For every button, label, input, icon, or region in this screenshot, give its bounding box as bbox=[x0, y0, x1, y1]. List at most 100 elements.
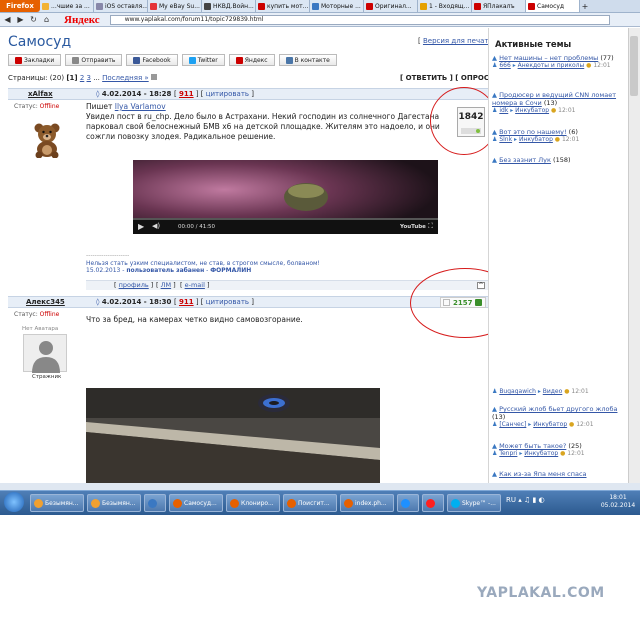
topic-section-link[interactable]: Инкубатор bbox=[515, 107, 549, 114]
youtube-logo[interactable]: YouTube bbox=[400, 224, 426, 230]
browser-tab[interactable]: купить мот... bbox=[256, 0, 310, 12]
taskbar-item[interactable]: Самосуд... bbox=[169, 494, 223, 512]
section-icon: ▸ bbox=[510, 107, 514, 114]
email-link[interactable]: e-mail bbox=[185, 281, 205, 289]
topic-meta: ♟ Tenpri ▸ Инкубатор ● 12:01 bbox=[492, 450, 626, 458]
home-icon[interactable]: ⌂ bbox=[41, 15, 52, 25]
scrollbar-thumb[interactable] bbox=[630, 36, 638, 96]
topic-section-link[interactable]: Анекдоты и приколы bbox=[518, 62, 585, 69]
yandex-icon bbox=[235, 56, 243, 64]
language-indicator[interactable]: RU bbox=[506, 496, 516, 504]
topic-link[interactable]: Нет машины – нет проблемы bbox=[499, 54, 598, 62]
topic-section-link[interactable]: Видео bbox=[543, 388, 563, 395]
last-page-link[interactable]: Последняя » bbox=[102, 74, 149, 82]
share-button[interactable]: Twitter bbox=[181, 54, 225, 66]
section-icon: ▸ bbox=[528, 421, 532, 428]
topic-link[interactable]: Без зазнит Лук bbox=[499, 156, 551, 164]
post-number-link[interactable]: 911 bbox=[179, 298, 194, 306]
reply-link[interactable]: [ ОТВЕТИТЬ ] bbox=[400, 74, 453, 82]
page-link-2[interactable]: 2 bbox=[80, 74, 84, 82]
tray-icons[interactable]: ▴ ♫ ▮ ◐ bbox=[518, 496, 544, 504]
pagination: Страницы: (20) [1] 2 3 ... Последняя » bbox=[8, 74, 157, 82]
clock-icon: ● bbox=[560, 450, 566, 457]
post-author[interactable]: xAlfax bbox=[28, 90, 53, 98]
firefox-menu-button[interactable]: Firefox bbox=[0, 0, 40, 12]
topic-count: (25) bbox=[568, 442, 582, 450]
topic-meta: ♟ Slnk ▸ Инкубатор ● 12:01 bbox=[492, 136, 626, 144]
share-button[interactable]: Отправить bbox=[65, 54, 123, 66]
topic-user-link[interactable]: Bugagawich bbox=[499, 388, 536, 395]
section-icon: ▸ bbox=[514, 136, 518, 143]
forward-icon[interactable]: ▶ bbox=[15, 15, 26, 25]
post-image[interactable] bbox=[86, 388, 380, 483]
scrollbar[interactable] bbox=[628, 28, 640, 483]
browser-tab[interactable]: ...чшие за ... bbox=[40, 0, 94, 12]
new-tab-button[interactable]: + bbox=[580, 0, 590, 12]
taskbar-item[interactable]: Безымян... bbox=[30, 494, 84, 512]
topic-section-link[interactable]: Инкубатор bbox=[519, 136, 553, 143]
start-button[interactable] bbox=[4, 492, 24, 512]
taskbar-item[interactable]: Клонирo... bbox=[226, 494, 280, 512]
post-link-icon[interactable]: ◊ bbox=[96, 298, 99, 306]
default-avatar[interactable] bbox=[23, 334, 67, 373]
share-button[interactable]: В контакте bbox=[278, 54, 337, 66]
taskbar-item[interactable]: index.ph... bbox=[340, 494, 394, 512]
topic-user-link[interactable]: 666 bbox=[499, 62, 510, 69]
share-button[interactable]: Facebook bbox=[126, 54, 178, 66]
taskbar-item[interactable]: Skype™ -... bbox=[447, 494, 501, 512]
browser-tab[interactable]: iOS оставля... bbox=[94, 0, 148, 12]
post-author[interactable]: Алекс345 bbox=[26, 298, 65, 306]
back-icon[interactable]: ◀ bbox=[2, 15, 13, 25]
clock[interactable]: 18:01 05.02.2014 bbox=[598, 494, 638, 512]
tab-label: купить мот... bbox=[267, 2, 309, 10]
quote-link[interactable]: цитировать bbox=[206, 298, 249, 306]
post-body: Пишет Ilya Varlamov Увидел пост в ru_chp… bbox=[86, 102, 440, 141]
reload-icon[interactable]: ↻ bbox=[28, 15, 39, 25]
topic-user-link[interactable]: idk bbox=[499, 107, 508, 114]
tab-label: iOS оставля... bbox=[105, 2, 148, 10]
print-version-link[interactable]: [ Версия для печати ] bbox=[418, 37, 498, 45]
author-link[interactable]: Ilya Varlamov bbox=[115, 102, 166, 111]
topic-user-link[interactable]: Slnk bbox=[499, 136, 512, 143]
topic-section-link[interactable]: Инкубатор bbox=[524, 450, 558, 457]
browser-tab[interactable]: ЯПлакалъ bbox=[472, 0, 526, 12]
browser-tab[interactable]: Самосуд bbox=[526, 0, 580, 12]
post-number-link[interactable]: 911 bbox=[179, 90, 194, 98]
browser-tab[interactable]: НКВД.Войн... bbox=[202, 0, 256, 12]
yandex-logo[interactable]: Яндекс bbox=[64, 14, 100, 26]
topic-link[interactable]: Может быть такое? bbox=[499, 442, 566, 450]
browser-tab[interactable]: Моторные ... bbox=[310, 0, 364, 12]
fullscreen-icon[interactable]: ⛶ bbox=[428, 222, 433, 231]
taskbar-item[interactable]: Безымян... bbox=[87, 494, 141, 512]
taskbar-item[interactable] bbox=[422, 494, 444, 512]
play-icon[interactable]: ▶ bbox=[138, 222, 148, 232]
bear-avatar[interactable] bbox=[32, 122, 62, 159]
topic-user-link[interactable]: Tenpri bbox=[499, 450, 517, 457]
topic-link[interactable]: Вот это по нашему! bbox=[499, 128, 567, 136]
url-bar[interactable]: www.yaplakal.com/forum11/topic729839.htm… bbox=[109, 14, 610, 25]
topic-user-link[interactable]: [Cанчес] bbox=[499, 421, 526, 428]
browser-tab[interactable]: My eBay Su... bbox=[148, 0, 202, 12]
topic-link[interactable]: Как из-за Япа меня спаса bbox=[499, 470, 586, 478]
share-button[interactable]: Яндекс bbox=[228, 54, 275, 66]
print-version-anchor[interactable]: Версия для печати bbox=[423, 37, 493, 45]
browser-tab[interactable]: 1 - Входящ... bbox=[418, 0, 472, 12]
taskbar-item[interactable] bbox=[397, 494, 419, 512]
share-button[interactable]: Закладки bbox=[8, 54, 62, 66]
sidebar-title: Активные темы bbox=[495, 40, 572, 50]
quote-link[interactable]: цитировать bbox=[206, 90, 249, 98]
topic-link[interactable]: Русский жлоб бьет другого жлоба bbox=[499, 405, 617, 413]
video-player[interactable] bbox=[133, 160, 438, 234]
pm-link[interactable]: ЛМ bbox=[161, 281, 172, 289]
taskbar-app-icon bbox=[401, 498, 410, 508]
volume-icon[interactable]: ◀) bbox=[152, 222, 160, 230]
taskbar-item[interactable] bbox=[144, 494, 166, 512]
taskbar-item[interactable]: Поисгит... bbox=[283, 494, 337, 512]
topic-section-link[interactable]: Инкубатор bbox=[533, 421, 567, 428]
page-link-3[interactable]: 3 bbox=[87, 74, 91, 82]
profile-link[interactable]: профиль bbox=[119, 281, 149, 289]
topic-bullet-icon: ▲ bbox=[492, 156, 497, 164]
rss-icon[interactable] bbox=[150, 74, 157, 80]
post-link-icon[interactable]: ◊ bbox=[96, 90, 99, 98]
browser-tab[interactable]: Оригинал... bbox=[364, 0, 418, 12]
